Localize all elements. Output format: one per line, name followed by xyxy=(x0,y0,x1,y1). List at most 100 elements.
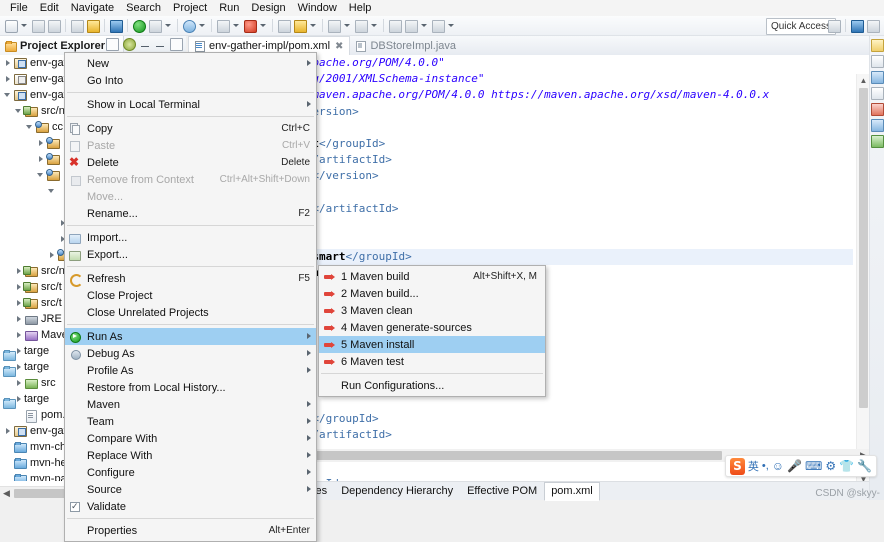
save-button[interactable] xyxy=(30,18,45,33)
fastview-problems-icon[interactable] xyxy=(870,103,884,116)
wrench-icon[interactable]: 🔧 xyxy=(857,459,872,473)
run-button[interactable] xyxy=(131,18,146,33)
profile-button[interactable] xyxy=(242,18,257,33)
smiley-icon[interactable]: ☺ xyxy=(772,459,784,473)
comma-icon[interactable]: •, xyxy=(762,460,769,472)
menu-item-run-as[interactable]: Run As xyxy=(65,328,316,345)
shirt-icon[interactable]: 👕 xyxy=(839,459,854,473)
debug-button[interactable] xyxy=(147,18,162,33)
menu-item-copy[interactable]: Copy Ctrl+C xyxy=(65,120,316,137)
menu-item-go-into[interactable]: Go Into xyxy=(65,72,316,89)
menu-item-validate[interactable]: Validate xyxy=(65,498,316,515)
search-button[interactable] xyxy=(181,18,196,33)
menu-file[interactable]: File xyxy=(4,0,34,16)
menu-item-new[interactable]: New xyxy=(65,55,316,72)
debug-dropdown[interactable] xyxy=(163,18,172,33)
new-wizard-button[interactable] xyxy=(3,18,18,33)
save-all-button[interactable] xyxy=(46,18,61,33)
fastview-servers-icon[interactable] xyxy=(870,71,884,84)
fastview-tasks-icon[interactable] xyxy=(870,55,884,68)
link-with-editor-icon[interactable] xyxy=(123,38,136,51)
fastview-navigator-icon[interactable] xyxy=(870,119,884,132)
menu-item-restore-from-local-history[interactable]: Restore from Local History... xyxy=(65,379,316,396)
perspective-java-ee-button[interactable] xyxy=(849,18,864,33)
chevron-right-icon[interactable] xyxy=(35,135,46,151)
menu-item-debug-as[interactable]: Debug As xyxy=(65,345,316,362)
menu-item-delete[interactable]: Delete Delete xyxy=(65,154,316,171)
back-button[interactable] xyxy=(387,18,402,33)
fastview-snippets-icon[interactable] xyxy=(870,135,884,148)
tools-icon[interactable]: ⚙ xyxy=(825,459,836,473)
menu-item-close-unrelated-projects[interactable]: Close Unrelated Projects xyxy=(65,304,316,321)
chevron-right-icon[interactable] xyxy=(46,247,57,263)
collapse-all-icon[interactable] xyxy=(106,38,119,51)
page-tab-effective-pom[interactable]: Effective POM xyxy=(460,482,544,501)
ime-toolbar[interactable]: S 英 •, ☺ 🎤 ⌨ ⚙ 👕 🔧 xyxy=(725,455,877,477)
menu-item-import[interactable]: Import... xyxy=(65,229,316,246)
view-menu-icon[interactable] xyxy=(140,39,151,50)
chevron-right-icon[interactable] xyxy=(2,55,13,71)
menu-help[interactable]: Help xyxy=(343,0,378,16)
new-wizard-dropdown[interactable] xyxy=(19,18,28,33)
menu-item-export[interactable]: Export... xyxy=(65,246,316,263)
forward-dropdown[interactable] xyxy=(419,18,428,33)
menu-item-configure[interactable]: Configure xyxy=(65,464,316,481)
chevron-down-icon[interactable] xyxy=(46,183,57,199)
fastview-outline-icon[interactable] xyxy=(870,39,884,52)
previous-annotation-button[interactable] xyxy=(353,18,368,33)
submenu-item-6-maven-test[interactable]: 6 Maven test xyxy=(319,353,545,370)
menu-item-source[interactable]: Source xyxy=(65,481,316,498)
editor-tab[interactable]: DBStoreImpl.java xyxy=(350,36,462,55)
open-perspective-button[interactable] xyxy=(826,18,841,33)
previous-annotation-dropdown[interactable] xyxy=(369,18,378,33)
chevron-down-icon[interactable] xyxy=(35,167,46,183)
menu-item-maven[interactable]: Maven xyxy=(65,396,316,413)
print-button[interactable] xyxy=(69,18,84,33)
submenu-item-3-maven-clean[interactable]: 3 Maven clean xyxy=(319,302,545,319)
search-dropdown[interactable] xyxy=(197,18,206,33)
submenu-item-4-maven-generate-sources[interactable]: 4 Maven generate-sources xyxy=(319,319,545,336)
chevron-right-icon[interactable] xyxy=(2,71,13,87)
menu-edit[interactable]: Edit xyxy=(34,0,65,16)
chevron-right-icon[interactable] xyxy=(2,423,13,439)
vscroll-thumb[interactable] xyxy=(859,88,868,408)
chevron-down-icon[interactable] xyxy=(24,119,35,135)
coverage-button[interactable] xyxy=(215,18,230,33)
submenu-item-2-maven-build[interactable]: 2 Maven build... xyxy=(319,285,545,302)
next-annotation-button[interactable] xyxy=(326,18,341,33)
chevron-right-icon[interactable] xyxy=(13,311,24,327)
sogou-logo-icon[interactable]: S xyxy=(730,457,745,475)
menu-item-profile-as[interactable]: Profile As xyxy=(65,362,316,379)
submenu-item-run-configurations[interactable]: Run Configurations... xyxy=(319,377,545,394)
chevron-down-icon[interactable] xyxy=(2,87,13,103)
external-tools-button[interactable] xyxy=(292,18,307,33)
menu-design[interactable]: Design xyxy=(245,0,291,16)
menu-item-show-in-local-terminal[interactable]: Show in Local Terminal xyxy=(65,96,316,113)
menu-item-close-project[interactable]: Close Project xyxy=(65,287,316,304)
perspective-java-button[interactable] xyxy=(865,18,880,33)
microphone-icon[interactable]: 🎤 xyxy=(787,459,802,473)
menu-item-remove-from-context[interactable]: Remove from Context Ctrl+Alt+Shift+Down xyxy=(65,171,316,188)
menu-window[interactable]: Window xyxy=(292,0,343,16)
project-context-menu[interactable]: New Go Into Show in Local Terminal Copy Ctrl… xyxy=(64,52,317,542)
menu-item-compare-with[interactable]: Compare With xyxy=(65,430,316,447)
profile-dropdown[interactable] xyxy=(258,18,267,33)
external-tools-dropdown[interactable] xyxy=(308,18,317,33)
next-annotation-dropdown[interactable] xyxy=(342,18,351,33)
menu-item-replace-with[interactable]: Replace With xyxy=(65,447,316,464)
close-icon[interactable]: ✖ xyxy=(335,41,343,52)
menu-item-paste[interactable]: Paste Ctrl+V xyxy=(65,137,316,154)
editor-vscrollbar[interactable]: ▲ ▼ xyxy=(856,74,870,481)
menu-item-move[interactable]: Move... xyxy=(65,188,316,205)
maximize-icon[interactable] xyxy=(170,38,183,51)
menu-search[interactable]: Search xyxy=(120,0,167,16)
menu-item-properties[interactable]: Properties Alt+Enter xyxy=(65,522,316,539)
coverage-dropdown[interactable] xyxy=(231,18,240,33)
ime-mode-label[interactable]: 英 xyxy=(748,458,759,474)
open-type-button[interactable] xyxy=(108,18,123,33)
submenu-item-1-maven-build[interactable]: 1 Maven build Alt+Shift+X, M xyxy=(319,268,545,285)
submenu-item-5-maven-install[interactable]: 5 Maven install xyxy=(319,336,545,353)
chevron-right-icon[interactable] xyxy=(13,327,24,343)
fastview-console-icon[interactable] xyxy=(870,87,884,100)
page-tab-pom-xml[interactable]: pom.xml xyxy=(544,481,600,501)
